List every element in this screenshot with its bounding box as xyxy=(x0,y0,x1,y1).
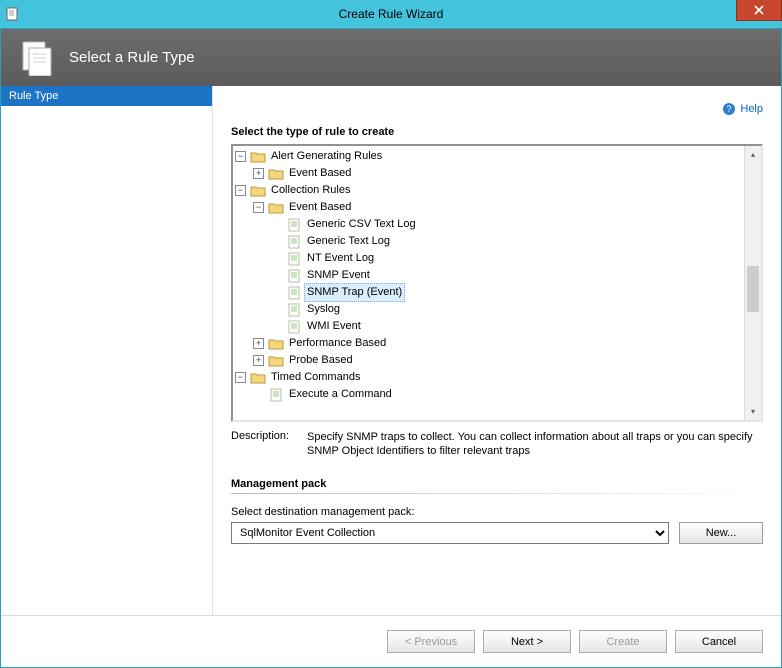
folder-open-icon xyxy=(250,184,266,198)
wizard-nav-bar: < Previous Next > Create Cancel xyxy=(1,615,781,667)
expand-icon[interactable]: + xyxy=(253,168,264,179)
description-row: Description: Specify SNMP traps to colle… xyxy=(231,430,763,458)
management-pack-select[interactable]: SqlMonitor Event Collection xyxy=(231,522,669,544)
tree-node-performance-based[interactable]: +Performance Based xyxy=(253,335,744,352)
folder-icon xyxy=(268,337,284,351)
folder-open-icon xyxy=(250,150,266,164)
tree-node-collection-event-based[interactable]: − Event Based xyxy=(253,199,744,216)
tree-node-timed-commands[interactable]: − Timed Commands xyxy=(235,369,744,386)
help-icon: ? xyxy=(722,102,736,116)
folder-icon xyxy=(268,167,284,181)
rule-item-icon xyxy=(286,269,302,283)
scrollbar-thumb[interactable] xyxy=(747,266,759,312)
svg-text:?: ? xyxy=(727,104,732,114)
tree-item-nt-event-log[interactable]: NT Event Log xyxy=(271,250,744,267)
tree-node-probe-based[interactable]: +Probe Based xyxy=(253,352,744,369)
collapse-icon[interactable]: − xyxy=(235,185,246,196)
help-link[interactable]: Help xyxy=(740,103,763,115)
rule-item-icon xyxy=(286,218,302,232)
folder-open-icon xyxy=(250,371,266,385)
rule-item-icon xyxy=(268,388,284,402)
wizard-header: Select a Rule Type xyxy=(1,29,781,86)
cancel-button[interactable]: Cancel xyxy=(675,630,763,653)
next-button[interactable]: Next > xyxy=(483,630,571,653)
management-pack-caption: Select destination management pack: xyxy=(231,506,763,518)
scroll-up-button[interactable]: ▴ xyxy=(745,146,761,163)
tree-node-alert-generating[interactable]: − Alert Generating Rules xyxy=(235,148,744,165)
expand-icon[interactable]: + xyxy=(253,355,264,366)
tree-scrollbar[interactable]: ▴ ▾ xyxy=(744,146,761,420)
description-text: Specify SNMP traps to collect. You can c… xyxy=(307,430,763,458)
tree-item-wmi-event[interactable]: WMI Event xyxy=(271,318,744,335)
rule-type-tree: − Alert Generating Rules + xyxy=(231,144,763,422)
tree-item-generic-text[interactable]: Generic Text Log xyxy=(271,233,744,250)
tree-item-syslog[interactable]: Syslog xyxy=(271,301,744,318)
description-label: Description: xyxy=(231,430,299,458)
rule-item-icon xyxy=(286,303,302,317)
folder-open-icon xyxy=(268,201,284,215)
divider xyxy=(231,493,763,494)
wizard-subtitle: Select a Rule Type xyxy=(69,49,195,66)
step-rule-type[interactable]: Rule Type xyxy=(1,86,212,106)
rule-item-icon xyxy=(286,235,302,249)
window-body: Select a Rule Type Rule Type ? Help Sele… xyxy=(0,29,782,668)
tree-node-alert-event-based[interactable]: + Event Based xyxy=(253,165,744,182)
collapse-icon[interactable]: − xyxy=(253,202,264,213)
wizard-icon xyxy=(19,40,55,76)
expand-icon[interactable]: + xyxy=(253,338,264,349)
tree-item-snmp-event[interactable]: SNMP Event xyxy=(271,267,744,284)
rule-item-icon xyxy=(286,252,302,266)
create-button: Create xyxy=(579,630,667,653)
window-title: Create Rule Wizard xyxy=(0,7,782,21)
scroll-down-button[interactable]: ▾ xyxy=(745,403,761,420)
rule-item-icon xyxy=(286,286,302,300)
close-button[interactable] xyxy=(736,0,782,21)
new-management-pack-button[interactable]: New... xyxy=(679,522,763,544)
section-title: Select the type of rule to create xyxy=(231,126,763,138)
folder-icon xyxy=(268,354,284,368)
collapse-icon[interactable]: − xyxy=(235,372,246,383)
tree-item-generic-csv[interactable]: Generic CSV Text Log xyxy=(271,216,744,233)
wizard-steps-sidebar: Rule Type xyxy=(1,86,213,615)
title-bar: Create Rule Wizard xyxy=(0,0,782,29)
tree-viewport[interactable]: − Alert Generating Rules + xyxy=(233,146,744,420)
management-pack-title: Management pack xyxy=(231,478,763,490)
tree-item-snmp-trap[interactable]: SNMP Trap (Event) xyxy=(271,284,744,301)
collapse-icon[interactable]: − xyxy=(235,151,246,162)
wizard-content: ? Help Select the type of rule to create… xyxy=(213,86,781,615)
rule-item-icon xyxy=(286,320,302,334)
tree-item-execute-command[interactable]: Execute a Command xyxy=(253,386,744,403)
previous-button: < Previous xyxy=(387,630,475,653)
tree-node-collection-rules[interactable]: − Collection Rules xyxy=(235,182,744,199)
